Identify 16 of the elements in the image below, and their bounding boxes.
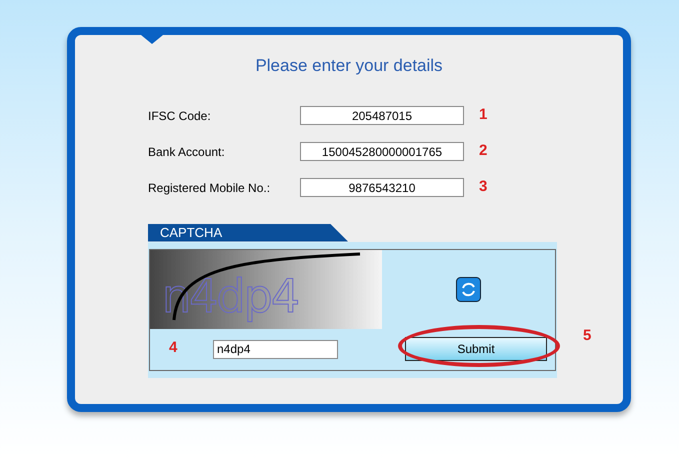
field-label: Bank Account: (148, 144, 226, 160)
notch-icon (141, 35, 163, 44)
input-field[interactable]: 9876543210 (300, 178, 464, 197)
annotation-number: 3 (479, 177, 488, 198)
field-label: IFSC Code: (148, 108, 212, 124)
form-title: Please enter your details (255, 55, 443, 77)
refresh-icon[interactable] (456, 276, 481, 302)
submit-button[interactable]: Submit (405, 337, 547, 361)
annotation-number: 5 (583, 326, 592, 346)
input-field[interactable]: 205487015 (300, 106, 464, 125)
annotation-number: 2 (479, 141, 488, 162)
field-label: Registered Mobile No.: (148, 180, 272, 196)
annotation-number: 1 (479, 105, 488, 126)
annotation-number: 4 (169, 338, 178, 358)
captcha-input[interactable]: n4dp4 (213, 340, 338, 358)
input-field[interactable]: 150045280000001765 (300, 142, 464, 161)
